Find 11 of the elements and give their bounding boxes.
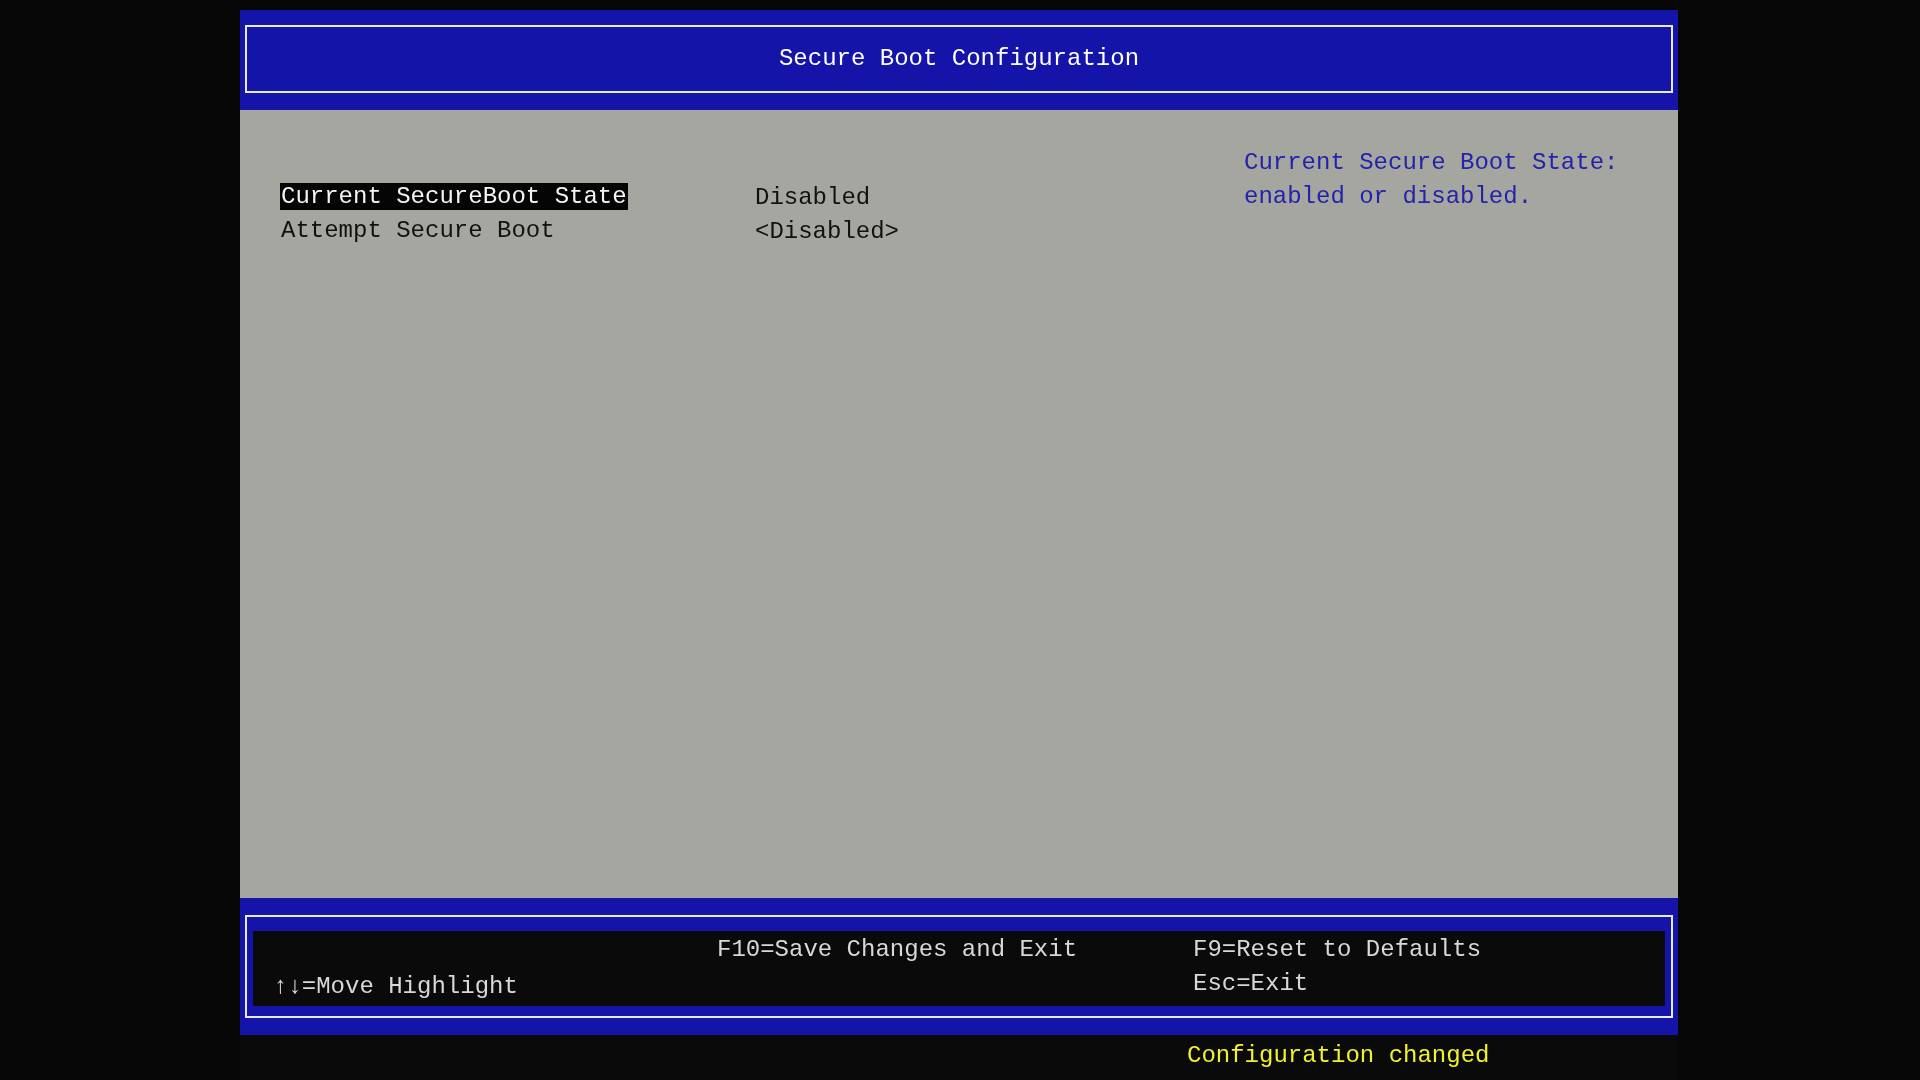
key-hint: Esc=Exit	[1193, 969, 1310, 999]
key-hint: ↑↓=Move Highlight	[273, 972, 519, 1002]
status-message: Configuration changed	[1187, 1042, 1490, 1069]
setting-value: Disabled	[755, 183, 871, 211]
key-hint: F10=Save Changes and Exit	[717, 935, 1079, 965]
key-hint: F9=Reset to Defaults	[1193, 935, 1482, 965]
menu-item[interactable]: Attempt Secure Boot	[280, 217, 556, 244]
help-text: Current Secure Boot State: enabled or disabled.	[1244, 148, 1620, 212]
setting-value: <Disabled>	[755, 217, 900, 245]
menu-item[interactable]: Current SecureBoot State	[280, 183, 628, 210]
screen-title: Secure Boot Configuration	[778, 44, 1140, 74]
